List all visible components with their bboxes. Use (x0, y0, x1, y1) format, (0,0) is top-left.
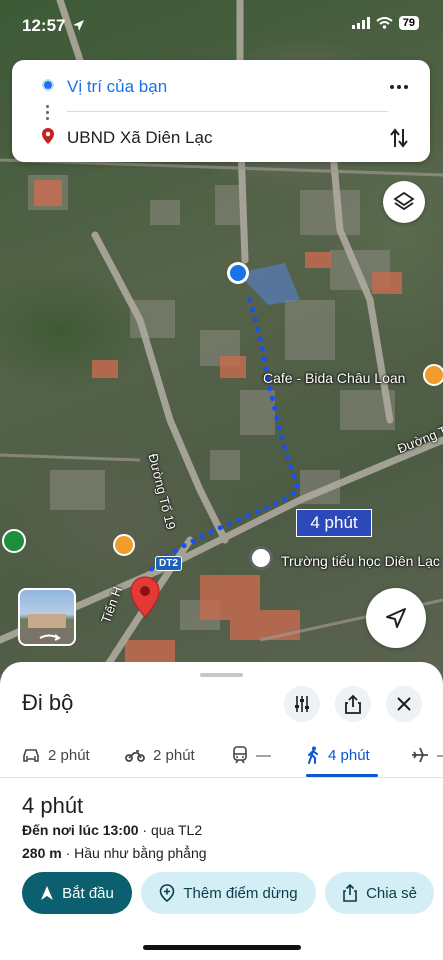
tab-transit-label: — (256, 746, 271, 764)
navigation-arrow-icon (386, 608, 406, 628)
route-options-button[interactable] (284, 686, 320, 722)
layers-icon (393, 191, 415, 211)
share-route-button[interactable] (335, 686, 371, 722)
route-card-divider (67, 111, 388, 112)
route-distance: 280 m (22, 845, 62, 861)
location-arrow-icon (73, 20, 85, 31)
status-time: 12:57 (22, 16, 85, 36)
tab-driving-label: 2 phút (48, 746, 90, 764)
route-connector-dots (46, 102, 50, 123)
close-button[interactable] (386, 686, 422, 722)
start-button-label: Bắt đầu (62, 884, 114, 902)
map-label-school[interactable]: Trường tiểu học Diên Lạc (281, 553, 440, 569)
recenter-button[interactable] (366, 588, 426, 648)
sheet-drag-handle[interactable] (200, 673, 243, 677)
transit-icon (233, 746, 247, 764)
origin-field[interactable]: Vị trí của bạn (67, 77, 167, 97)
street-view-icon (20, 614, 74, 644)
swap-vertical-icon (390, 128, 408, 148)
restaurant-poi-icon[interactable] (113, 534, 135, 556)
status-bar: 12:57 79 (0, 0, 443, 52)
share-button-label: Chia sẻ (366, 884, 417, 902)
origin-dot-icon (42, 79, 54, 91)
route-duration-bubble[interactable]: 4 phút (296, 509, 372, 537)
route-duration: 4 phút (22, 793, 84, 818)
arrival-time: Đến nơi lúc 13:00 (22, 822, 139, 838)
navigation-icon (41, 886, 54, 900)
travel-mode-tabs: 2 phút 2 phút — 4 phút (0, 732, 443, 778)
tab-flight-label: – (437, 747, 443, 764)
directions-sheet: Đi bộ 2 phút 2 phút — 4 phút 4 phút Đến … (0, 662, 443, 960)
distance-info: 280 m · Hầu như bằng phẳng (22, 845, 207, 861)
terrain-info: · Hầu như bằng phẳng (61, 845, 207, 861)
destination-field[interactable]: UBND Xã Diên Lạc (67, 128, 213, 148)
tab-motorbike-label: 2 phút (153, 746, 195, 764)
share-icon (343, 884, 357, 902)
destination-pin-icon[interactable] (130, 576, 160, 618)
destination-marker-icon (42, 128, 54, 144)
more-options-button[interactable] (384, 74, 414, 100)
route-card: Vị trí của bạn UBND Xã Diên Lạc (12, 60, 430, 162)
start-button[interactable]: Bắt đầu (22, 872, 132, 914)
wifi-icon (376, 17, 393, 29)
route-via: · qua TL2 (138, 822, 203, 838)
walk-icon (308, 746, 318, 764)
tab-transit[interactable]: — (232, 740, 271, 770)
share-button[interactable]: Chia sẻ (325, 872, 434, 914)
map-view[interactable]: Cafe - Bida Châu Loan Trường tiểu học Di… (0, 0, 443, 700)
layers-button[interactable] (383, 181, 425, 223)
add-location-icon (160, 884, 175, 902)
road-shield-dt2: DT2 (155, 556, 182, 571)
tune-icon (295, 696, 309, 712)
motorbike-icon (125, 750, 145, 762)
tab-walking[interactable]: 4 phút (306, 740, 370, 770)
status-icons: 79 (351, 16, 419, 30)
add-stop-button[interactable]: Thêm điểm dừng (141, 872, 316, 914)
close-icon (397, 697, 411, 711)
park-poi-icon[interactable] (2, 529, 26, 553)
school-poi-icon[interactable] (249, 546, 273, 570)
tab-walking-label: 4 phút (328, 746, 370, 764)
active-tab-indicator (306, 774, 378, 777)
tab-driving[interactable]: 2 phút (22, 740, 90, 770)
arrival-info: Đến nơi lúc 13:00 · qua TL2 (22, 822, 202, 838)
street-view-thumbnail[interactable] (18, 588, 76, 646)
signal-icon (351, 17, 370, 29)
home-indicator[interactable] (143, 945, 301, 950)
tab-motorbike[interactable]: 2 phút (125, 740, 195, 770)
battery-level: 79 (398, 16, 419, 30)
flight-icon (412, 747, 428, 763)
tab-flight[interactable]: – (411, 740, 443, 770)
cafe-poi-icon[interactable] (423, 364, 443, 386)
car-icon (23, 749, 39, 762)
sheet-title: Đi bộ (22, 690, 74, 715)
more-horizontal-icon (390, 85, 408, 89)
swap-route-button[interactable] (384, 124, 414, 152)
status-time-text: 12:57 (22, 16, 66, 35)
share-icon (345, 694, 361, 714)
add-stop-button-label: Thêm điểm dừng (183, 884, 298, 902)
map-label-cafe[interactable]: Cafe - Bida Châu Loan (263, 370, 405, 386)
